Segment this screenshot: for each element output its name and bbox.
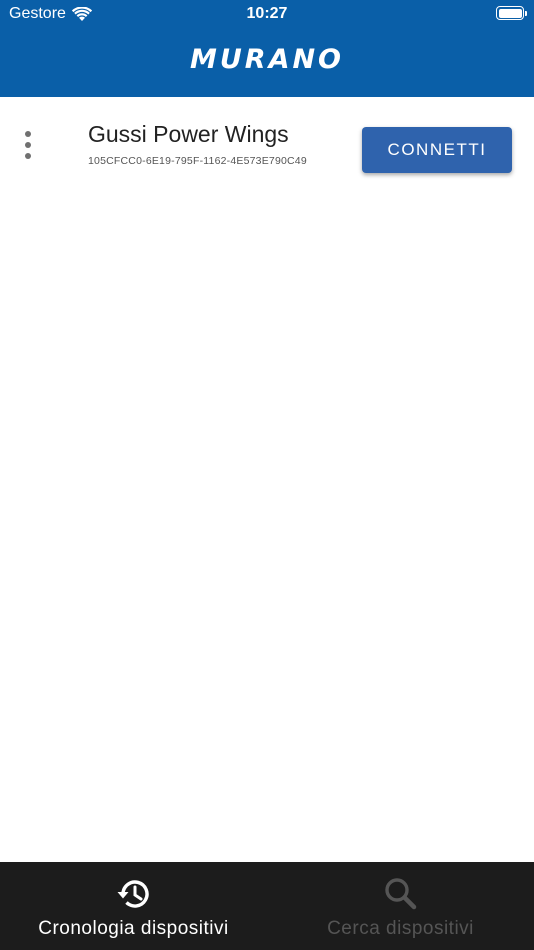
menu-dot <box>25 153 31 159</box>
battery-level <box>498 8 522 18</box>
menu-dot <box>25 142 31 148</box>
search-icon <box>384 878 416 910</box>
app-header: Gestore 10:27 MURANO <box>0 0 534 97</box>
menu-dot <box>25 131 31 137</box>
tab-search-devices[interactable]: Cerca dispositivi <box>267 862 534 950</box>
status-time: 10:27 <box>246 5 288 22</box>
tab-device-history-label: Cronologia dispositivi <box>38 918 229 939</box>
battery-tip <box>525 10 527 16</box>
device-id: 105CFCC0-6E19-795F-1162-4E573E790C49 <box>88 155 307 167</box>
tab-search-devices-label: Cerca dispositivi <box>327 918 474 939</box>
connect-button[interactable]: CONNETTI <box>362 127 512 173</box>
status-bar: Gestore 10:27 <box>0 0 534 28</box>
tab-bar: Cronologia dispositivi Cerca dispositivi <box>0 862 534 950</box>
brand-logo: MURANO <box>189 44 345 75</box>
device-list-item: Gussi Power Wings 105CFCC0-6E19-795F-116… <box>0 97 534 197</box>
history-icon <box>117 880 149 908</box>
more-vertical-icon[interactable] <box>18 131 38 159</box>
device-name: Gussi Power Wings <box>88 121 289 147</box>
tab-device-history[interactable]: Cronologia dispositivi <box>0 862 267 950</box>
battery-icon <box>496 6 527 20</box>
